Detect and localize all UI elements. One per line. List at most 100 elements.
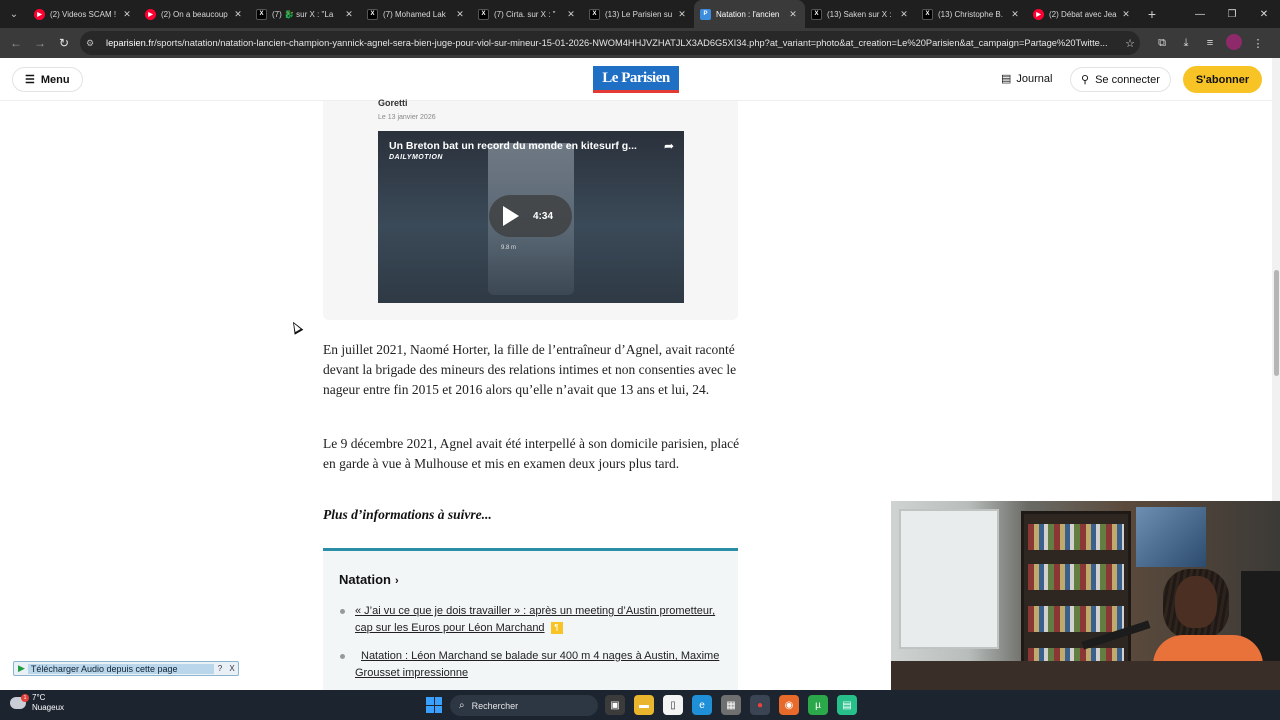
subscribe-button[interactable]: S'abonner xyxy=(1183,66,1262,93)
tab-title: (7) Cirta. sur X : " xyxy=(494,9,556,19)
user-icon: ⚲ xyxy=(1081,74,1090,86)
forward-icon[interactable]: → xyxy=(28,31,52,55)
notepad-icon[interactable]: ▯ xyxy=(663,695,683,715)
related-article-link[interactable]: Natation : Léon Marchand se balade sur 4… xyxy=(340,648,720,682)
browser-tab[interactable]: ▶ (2) Videos SCAM ! ✕ xyxy=(28,0,139,28)
video-player[interactable]: Un Breton bat un record du monde en kite… xyxy=(378,131,684,303)
chevron-right-icon: › xyxy=(395,575,399,587)
weather-badge: 1 xyxy=(21,694,29,702)
mouse-cursor-icon xyxy=(288,319,304,335)
task-view-icon[interactable]: ▣ xyxy=(605,695,625,715)
maximize-icon[interactable]: ❐ xyxy=(1216,0,1248,28)
weather-widget[interactable]: 1 7°C Nuageux xyxy=(10,693,64,713)
browser-tab[interactable]: X (13) Christophe B. ✕ xyxy=(916,0,1027,28)
menu-button[interactable]: ☰ Menu xyxy=(12,67,83,92)
bookmark-star-icon[interactable]: ☆ xyxy=(1120,37,1140,50)
logo-text: Le Parisien xyxy=(602,69,670,86)
extensions-icon[interactable]: ⧉ xyxy=(1150,37,1174,50)
journal-label: Journal xyxy=(1016,72,1053,85)
close-tab-icon[interactable]: ✕ xyxy=(121,9,133,20)
related-articles-box: Natation › « J’ai vu ce que je dois trava… xyxy=(323,548,738,690)
dailymotion-logo: DAILYMOTION xyxy=(389,154,443,161)
tab-title: (13) Saken sur X : xyxy=(827,9,892,19)
tab-title: (13) Christophe B. xyxy=(938,9,1003,19)
taskbar-apps: ▣ ▬ ▯ e ▦ ● ◉ µ ▤ xyxy=(605,695,866,715)
browser-tab[interactable]: X (13) Le Parisien su ✕ xyxy=(583,0,694,28)
related-article-link[interactable]: « J’ai vu ce que je dois travailler » : … xyxy=(340,603,720,637)
x-icon: X xyxy=(589,8,600,20)
related-heading-link[interactable]: Natation › xyxy=(339,572,399,587)
close-tab-icon[interactable]: ✕ xyxy=(787,9,799,20)
play-button[interactable]: 4:34 xyxy=(489,195,572,237)
scrollbar-thumb[interactable] xyxy=(1274,270,1279,376)
file-explorer-icon[interactable]: ▬ xyxy=(634,695,654,715)
audio-download-label[interactable]: Télécharger Audio depuis cette page xyxy=(27,663,214,674)
browser-tab[interactable]: ▶ (2) On a beaucoup ✕ xyxy=(139,0,250,28)
profile-avatar[interactable] xyxy=(1222,33,1246,53)
start-button[interactable] xyxy=(426,697,442,713)
app-icon[interactable]: ▤ xyxy=(837,695,857,715)
minimize-icon[interactable]: — xyxy=(1184,0,1216,28)
firefox-icon[interactable]: ◉ xyxy=(779,695,799,715)
related-heading: Natation xyxy=(339,572,391,587)
leparisien-icon: P xyxy=(700,8,711,20)
connect-button[interactable]: ⚲ Se connecter xyxy=(1070,67,1171,92)
tab-title: (2) On a beaucoup xyxy=(161,9,228,19)
webcam-overlay xyxy=(891,501,1280,690)
premium-badge-icon: ¶ xyxy=(550,622,563,635)
close-tab-icon[interactable]: ✕ xyxy=(565,9,577,20)
close-icon[interactable]: X xyxy=(226,664,238,673)
close-tab-icon[interactable]: ✕ xyxy=(1120,9,1132,20)
webcam-window xyxy=(899,509,999,649)
chrome-icon[interactable]: ● xyxy=(750,695,770,715)
browser-tab[interactable]: X (7) 🐉 sur X : "La ✕ xyxy=(250,0,361,28)
audio-download-bar[interactable]: ▶ Télécharger Audio depuis cette page ? … xyxy=(13,661,239,676)
close-tab-icon[interactable]: ✕ xyxy=(232,9,244,20)
browser-tab[interactable]: P Natation : l'ancien ✕ xyxy=(694,0,805,28)
media-icon[interactable]: ≡ xyxy=(1198,37,1222,49)
webcam-poster xyxy=(1136,507,1206,567)
address-bar[interactable]: ⚙ leparisien.fr/sports/natation/natation… xyxy=(80,31,1140,55)
cloud-icon: 1 xyxy=(10,694,29,709)
more-info-note: Plus d’informations à suivre... xyxy=(323,507,492,522)
video-title[interactable]: Un Breton bat un record du monde en kite… xyxy=(389,140,644,152)
url-text[interactable]: leparisien.fr/sports/natation/natation-l… xyxy=(106,38,1120,48)
browser-tab[interactable]: ▶ (2) Débat avec Jea ✕ xyxy=(1027,0,1138,28)
browser-tab[interactable]: X (7) Cirta. sur X : " ✕ xyxy=(472,0,583,28)
tab-title: (2) Videos SCAM ! xyxy=(50,9,117,19)
tab-search-button[interactable]: ⌄ xyxy=(4,4,24,24)
download-icon[interactable]: ⤓ xyxy=(1174,37,1198,50)
youtube-icon: ▶ xyxy=(1033,8,1044,20)
close-tab-icon[interactable]: ✕ xyxy=(676,9,688,20)
youtube-icon: ▶ xyxy=(34,8,45,20)
close-tab-icon[interactable]: ✕ xyxy=(454,9,466,20)
utorrent-icon[interactable]: µ xyxy=(808,695,828,715)
taskbar-search[interactable]: ⌕ Rechercher xyxy=(450,695,598,716)
webcam-bookshelf xyxy=(1021,511,1131,686)
more-menu-icon[interactable]: ⋮ xyxy=(1246,37,1270,50)
newspaper-icon: ▤ xyxy=(1001,73,1012,85)
le-parisien-logo[interactable]: Le Parisien xyxy=(593,66,679,93)
back-icon[interactable]: ← xyxy=(4,31,28,55)
connect-label: Se connecter xyxy=(1095,73,1160,86)
edge-icon[interactable]: e xyxy=(692,695,712,715)
calculator-icon[interactable]: ▦ xyxy=(721,695,741,715)
search-label: Rechercher xyxy=(471,700,519,711)
related-article-title: « J’ai vu ce que je dois travailler » : … xyxy=(355,605,716,634)
window-controls: — ❐ ✕ xyxy=(1184,0,1280,28)
close-tab-icon[interactable]: ✕ xyxy=(343,9,355,20)
browser-tab-strip: ⌄ ▶ (2) Videos SCAM ! ✕ ▶ (2) On a beaucoup ✕… xyxy=(0,0,1280,28)
site-info-icon[interactable]: ⚙ xyxy=(86,38,100,49)
browser-tab[interactable]: X (13) Saken sur X : ✕ xyxy=(805,0,916,28)
reload-icon[interactable]: ↻ xyxy=(52,31,76,55)
close-window-icon[interactable]: ✕ xyxy=(1248,0,1280,28)
close-tab-icon[interactable]: ✕ xyxy=(1009,9,1021,20)
help-icon[interactable]: ? xyxy=(214,664,226,673)
share-icon[interactable]: ➦ xyxy=(664,139,674,153)
video-date: Le 13 janvier 2026 xyxy=(378,114,436,121)
close-tab-icon[interactable]: ✕ xyxy=(898,9,910,20)
tabs-container: ▶ (2) Videos SCAM ! ✕ ▶ (2) On a beaucoup ✕ X (… xyxy=(28,0,1138,28)
new-tab-button[interactable]: + xyxy=(1144,6,1160,22)
journal-link[interactable]: ▤ Journal xyxy=(1001,72,1053,86)
browser-tab[interactable]: X (7) Mohamed Lak ✕ xyxy=(361,0,472,28)
